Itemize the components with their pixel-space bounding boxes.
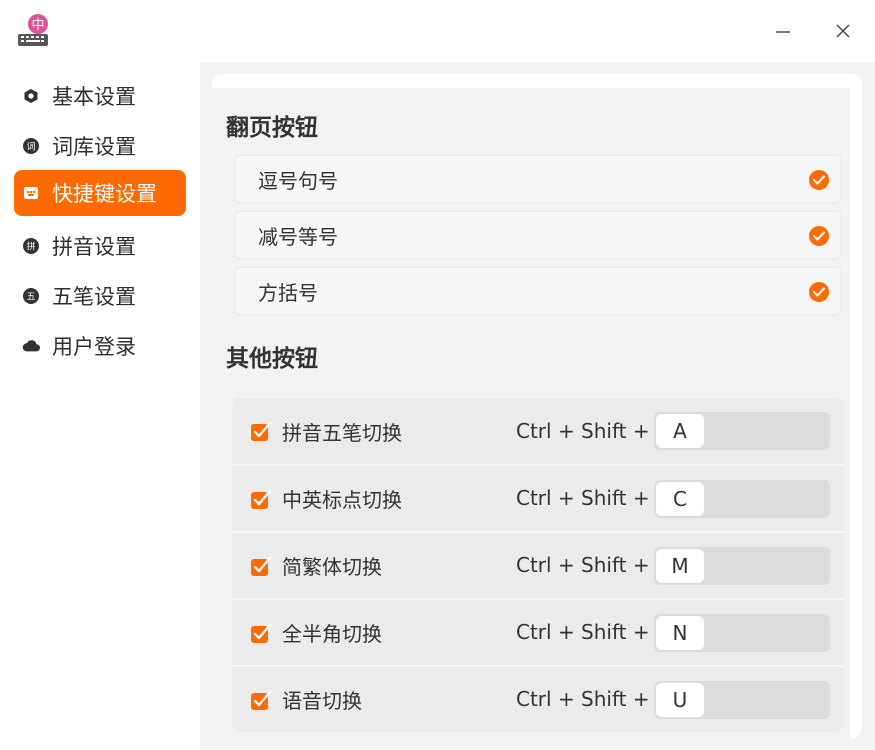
other-buttons-list: 拼音五笔切换 Ctrl + Shift + A 中英标点切换 Ctrl + Sh… xyxy=(232,398,844,732)
shortcut-modifiers: Ctrl + Shift + xyxy=(516,620,650,644)
sidebar-item-user-login[interactable]: 用户登录 xyxy=(14,323,186,369)
shortcut-label: 中英标点切换 xyxy=(282,487,402,512)
shortcut-key: A xyxy=(656,414,704,448)
check-circle-icon xyxy=(809,282,829,302)
close-button[interactable] xyxy=(828,16,858,46)
shortcut-label: 简繁体切换 xyxy=(282,554,382,579)
shortcut-label: 语音切换 xyxy=(282,688,362,713)
page-buttons-title: 翻页按钮 xyxy=(226,115,318,141)
checkbox[interactable] xyxy=(250,622,272,644)
sidebar-item-label: 用户登录 xyxy=(52,335,136,359)
shortcut-modifiers: Ctrl + Shift + xyxy=(516,486,650,510)
shortcut-key: C xyxy=(656,482,704,516)
sidebar-item-pinyin-settings[interactable]: 拼 拼音设置 xyxy=(14,223,186,269)
option-label: 减号等号 xyxy=(258,224,338,249)
shortcut-key-input[interactable]: M xyxy=(654,547,830,585)
checkbox[interactable] xyxy=(250,488,272,510)
shortcut-modifiers: Ctrl + Shift + xyxy=(516,687,650,711)
option-label: 方括号 xyxy=(258,280,318,305)
close-icon xyxy=(836,24,850,38)
shortcut-key: N xyxy=(656,616,704,650)
settings-panel-content: 翻页按钮 逗号句号 减号等号 方括号 其他按钮 拼音五笔切换 Ctrl + Sh… xyxy=(212,88,850,738)
checkbox[interactable] xyxy=(250,689,272,711)
shortcut-key-input[interactable]: A xyxy=(654,412,830,450)
shortcut-modifiers: Ctrl + Shift + xyxy=(516,553,650,577)
minimize-icon xyxy=(776,31,790,33)
wubi-icon: 五 xyxy=(22,287,40,305)
keyboard-icon xyxy=(22,184,40,202)
shortcut-key: M xyxy=(656,549,704,583)
page-button-option-minus-equal[interactable]: 减号等号 xyxy=(234,210,842,260)
option-label: 逗号句号 xyxy=(258,168,338,193)
sidebar-item-wubi-settings[interactable]: 五 五笔设置 xyxy=(14,273,186,319)
sidebar-item-label: 基本设置 xyxy=(52,85,136,109)
minimize-button[interactable] xyxy=(768,16,798,46)
checkbox[interactable] xyxy=(250,420,272,442)
hexagon-icon xyxy=(22,87,40,105)
svg-text:拼: 拼 xyxy=(26,241,35,253)
other-buttons-title: 其他按钮 xyxy=(226,346,318,372)
sidebar-item-shortcut-settings[interactable]: 快捷键设置 xyxy=(14,170,186,216)
shortcut-key-input[interactable]: C xyxy=(654,480,830,518)
sidebar-item-label: 词库设置 xyxy=(52,135,136,159)
app-icon-char: 中 xyxy=(31,18,44,33)
pinyin-icon: 拼 xyxy=(22,237,40,255)
sidebar: 基本设置 词 词库设置 快捷键设置 拼 拼音设置 五 五笔设置 用户登录 xyxy=(0,62,200,750)
list-item: 拼音五笔切换 Ctrl + Shift + A xyxy=(232,398,844,464)
sidebar-item-label: 拼音设置 xyxy=(52,235,136,259)
list-item: 全半角切换 Ctrl + Shift + N xyxy=(232,598,844,664)
dict-icon: 词 xyxy=(22,137,40,155)
list-item: 语音切换 Ctrl + Shift + U xyxy=(232,665,844,731)
page-button-option-comma-period[interactable]: 逗号句号 xyxy=(234,154,842,204)
shortcut-label: 拼音五笔切换 xyxy=(282,420,402,445)
checkbox[interactable] xyxy=(250,555,272,577)
shortcut-key-input[interactable]: U xyxy=(654,681,830,719)
settings-panel: 翻页按钮 逗号句号 减号等号 方括号 其他按钮 拼音五笔切换 Ctrl + Sh… xyxy=(212,74,862,738)
check-circle-icon xyxy=(809,170,829,190)
shortcut-label: 全半角切换 xyxy=(282,621,382,646)
shortcut-key-input[interactable]: N xyxy=(654,614,830,652)
check-circle-icon xyxy=(809,226,829,246)
cloud-icon xyxy=(22,337,40,355)
title-bar: 中 xyxy=(0,0,875,62)
svg-text:五: 五 xyxy=(26,293,35,303)
page-button-option-brackets[interactable]: 方括号 xyxy=(234,266,842,316)
sidebar-item-dictionary-settings[interactable]: 词 词库设置 xyxy=(14,123,186,169)
sidebar-item-label: 快捷键设置 xyxy=(52,182,157,206)
shortcut-modifiers: Ctrl + Shift + xyxy=(516,419,650,443)
sidebar-item-label: 五笔设置 xyxy=(52,285,136,309)
svg-text:词: 词 xyxy=(26,142,35,153)
app-logo-icon: 中 xyxy=(16,14,50,48)
sidebar-item-basic-settings[interactable]: 基本设置 xyxy=(14,73,186,119)
shortcut-key: U xyxy=(656,683,704,717)
list-item: 中英标点切换 Ctrl + Shift + C xyxy=(232,464,844,530)
list-item: 简繁体切换 Ctrl + Shift + M xyxy=(232,531,844,597)
